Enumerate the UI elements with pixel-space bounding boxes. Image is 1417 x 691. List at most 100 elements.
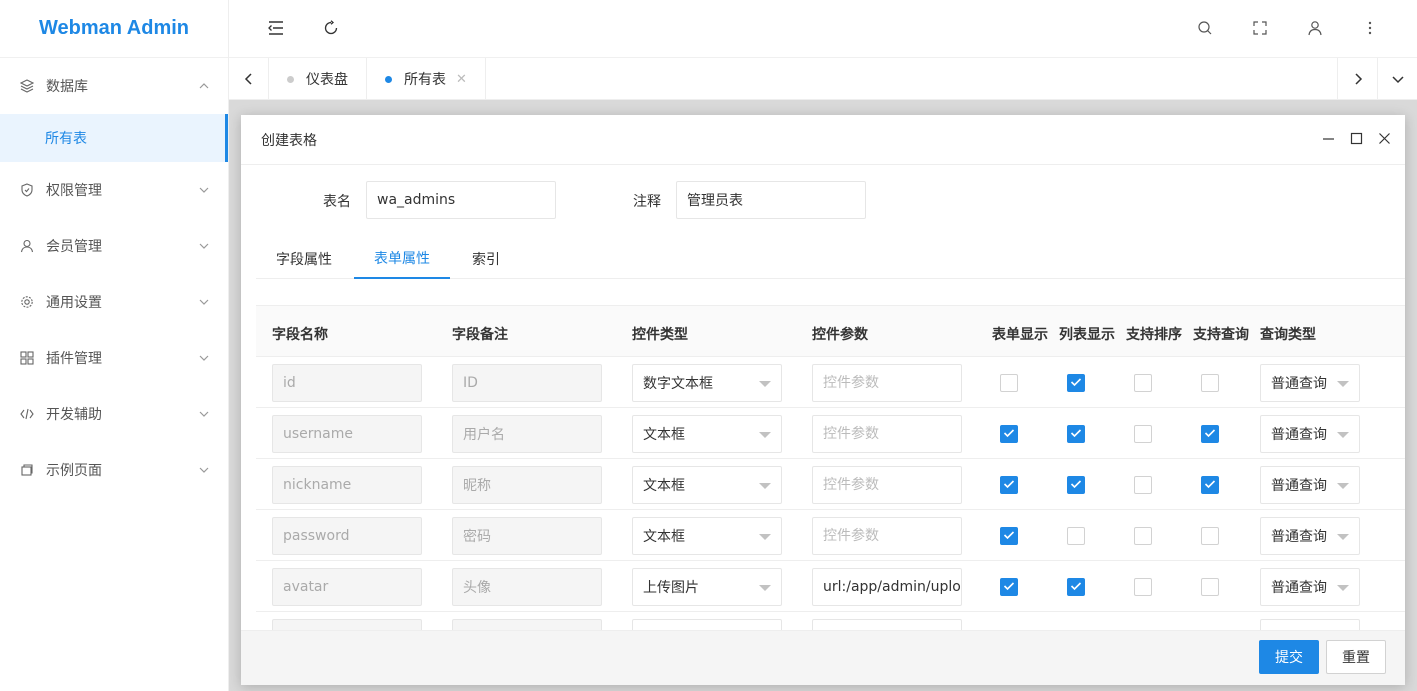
- sidebar: Webman Admin 数据库 所有表 权限管理 会员管理 通用设置 插件管理…: [0, 0, 229, 691]
- field-remark-input[interactable]: [452, 364, 602, 402]
- minimize-icon[interactable]: [1321, 131, 1335, 145]
- tab-dot: [287, 75, 294, 83]
- form-display-checkbox[interactable]: [1000, 476, 1018, 494]
- query-type-select[interactable]: 普通查询: [1260, 364, 1360, 402]
- sidebar-item-members[interactable]: 会员管理: [0, 218, 228, 274]
- queryable-checkbox[interactable]: [1201, 476, 1219, 494]
- sidebar-item-plugins[interactable]: 插件管理: [0, 330, 228, 386]
- table-name-input[interactable]: [366, 181, 556, 219]
- table-row: 文本框 普通查询: [256, 408, 1405, 459]
- gear-icon: [20, 295, 34, 309]
- form-display-checkbox[interactable]: [1000, 527, 1018, 545]
- queryable-checkbox[interactable]: [1201, 578, 1219, 596]
- control-param-input[interactable]: [812, 364, 962, 402]
- form-display-checkbox[interactable]: [1000, 578, 1018, 596]
- maximize-icon[interactable]: [1349, 131, 1363, 145]
- query-type-select[interactable]: 普通查询: [1260, 568, 1360, 606]
- form-display-checkbox[interactable]: [1000, 374, 1018, 392]
- user-icon[interactable]: [1306, 19, 1324, 37]
- queryable-checkbox[interactable]: [1201, 527, 1219, 545]
- control-param-input[interactable]: [812, 415, 962, 453]
- queryable-checkbox[interactable]: [1201, 374, 1219, 392]
- field-remark-input[interactable]: [452, 568, 602, 606]
- control-type-select[interactable]: 数字文本框: [632, 364, 782, 402]
- comment-input[interactable]: [676, 181, 866, 219]
- select-value: 普通查询: [1271, 529, 1327, 545]
- query-type-select[interactable]: 普通查询: [1260, 415, 1360, 453]
- field-remark-input[interactable]: [452, 619, 602, 630]
- tab-dropdown-button[interactable]: [1377, 58, 1417, 100]
- field-name-input[interactable]: [272, 517, 422, 555]
- field-name-input[interactable]: [272, 466, 422, 504]
- queryable-checkbox[interactable]: [1201, 425, 1219, 443]
- query-type-select[interactable]: 普通查询: [1260, 466, 1360, 504]
- control-param-input[interactable]: [812, 466, 962, 504]
- sidebar-item-database[interactable]: 数据库: [0, 58, 228, 114]
- query-type-select[interactable]: 普通查询: [1260, 517, 1360, 555]
- query-type-select[interactable]: [1260, 619, 1360, 630]
- list-display-checkbox[interactable]: [1067, 578, 1085, 596]
- tab-indexes[interactable]: 索引: [452, 239, 520, 279]
- search-icon[interactable]: [1196, 19, 1214, 37]
- list-display-checkbox[interactable]: [1067, 476, 1085, 494]
- caret-down-icon: [1337, 534, 1349, 540]
- tab-all-tables[interactable]: 所有表 ✕: [367, 58, 486, 100]
- sidebar-item-settings[interactable]: 通用设置: [0, 274, 228, 330]
- table-row: 数字文本框 普通查询: [256, 357, 1405, 408]
- caret-down-icon: [759, 432, 771, 438]
- sidebar-subitem-all-tables[interactable]: 所有表: [0, 114, 228, 162]
- column-header: 支持查询: [1193, 327, 1249, 343]
- reset-button[interactable]: 重置: [1326, 640, 1386, 674]
- list-display-checkbox[interactable]: [1067, 527, 1085, 545]
- sidebar-item-permissions[interactable]: 权限管理: [0, 162, 228, 218]
- field-remark-input[interactable]: [452, 517, 602, 555]
- tabs-spacer: [486, 58, 1337, 99]
- form-display-checkbox[interactable]: [1000, 425, 1018, 443]
- sortable-checkbox[interactable]: [1134, 374, 1152, 392]
- control-type-select[interactable]: 文本框: [632, 466, 782, 504]
- field-name-input[interactable]: [272, 364, 422, 402]
- check-icon: [1003, 579, 1015, 595]
- field-remark-input[interactable]: [452, 466, 602, 504]
- sidebar-item-label: 示例页面: [46, 463, 102, 479]
- tab-dashboard[interactable]: 仪表盘: [269, 58, 367, 100]
- select-value: 文本框: [643, 529, 685, 545]
- sidebar-item-dev-tools[interactable]: 开发辅助: [0, 386, 228, 442]
- field-name-input[interactable]: [272, 415, 422, 453]
- field-remark-input[interactable]: [452, 415, 602, 453]
- more-vertical-icon[interactable]: [1361, 19, 1379, 37]
- sortable-checkbox[interactable]: [1134, 425, 1152, 443]
- control-param-input[interactable]: [812, 568, 962, 606]
- refresh-icon[interactable]: [322, 19, 340, 37]
- close-icon[interactable]: ✕: [456, 72, 467, 87]
- sidebar-item-label: 数据库: [46, 79, 88, 95]
- select-value: 文本框: [643, 427, 685, 443]
- fullscreen-icon[interactable]: [1251, 19, 1269, 37]
- control-type-select[interactable]: 文本框: [632, 517, 782, 555]
- field-name-input[interactable]: [272, 619, 422, 630]
- user-icon: [20, 239, 34, 253]
- submit-button[interactable]: 提交: [1259, 640, 1319, 674]
- list-display-checkbox[interactable]: [1067, 374, 1085, 392]
- control-param-input[interactable]: [812, 517, 962, 555]
- sortable-checkbox[interactable]: [1134, 527, 1152, 545]
- sortable-checkbox[interactable]: [1134, 476, 1152, 494]
- column-header: 列表显示: [1059, 327, 1115, 343]
- column-header: 查询类型: [1260, 327, 1316, 343]
- close-icon[interactable]: [1377, 131, 1391, 145]
- control-type-select[interactable]: 上传图片: [632, 568, 782, 606]
- sortable-checkbox[interactable]: [1134, 578, 1152, 596]
- control-param-input[interactable]: [812, 619, 962, 630]
- menu-collapse-icon[interactable]: [267, 19, 285, 37]
- sidebar-item-examples[interactable]: 示例页面: [0, 442, 228, 498]
- tab-field-attributes[interactable]: 字段属性: [256, 239, 352, 279]
- column-header: 控件类型: [632, 327, 688, 343]
- field-name-input[interactable]: [272, 568, 422, 606]
- control-type-select[interactable]: 文本框: [632, 415, 782, 453]
- fields-table: 字段名称 字段备注 控件类型 控件参数 表单显示 列表显示 支持排序 支持查询 …: [256, 305, 1405, 630]
- list-display-checkbox[interactable]: [1067, 425, 1085, 443]
- tab-scroll-right-button[interactable]: [1337, 58, 1377, 100]
- control-type-select[interactable]: [632, 619, 782, 630]
- tab-form-attributes[interactable]: 表单属性: [354, 239, 450, 279]
- tab-scroll-left-button[interactable]: [229, 58, 269, 100]
